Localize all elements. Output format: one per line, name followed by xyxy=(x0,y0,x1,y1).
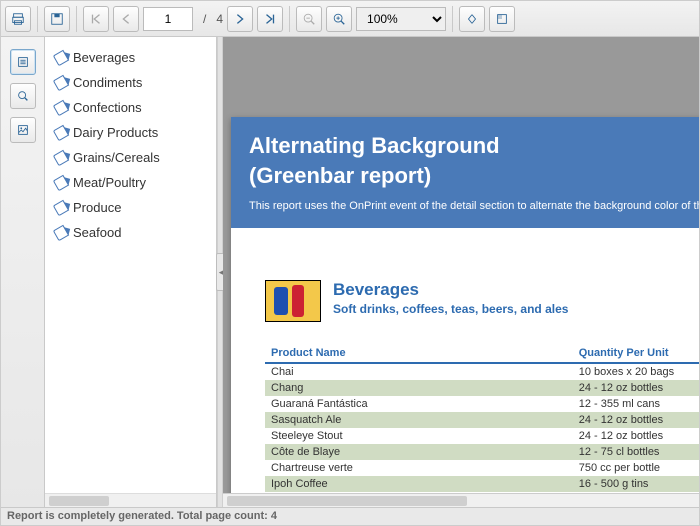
table-row: Chartreuse verte750 cc per bottle xyxy=(265,460,699,476)
toolbar: / 4 100% xyxy=(1,1,699,37)
col-product-name: Product Name xyxy=(265,344,573,363)
cell-qty: 12 - 355 ml cans xyxy=(573,396,699,412)
viewer-scrollbar[interactable] xyxy=(223,493,699,507)
toc-item-label: Confections xyxy=(73,100,142,115)
toc-item[interactable]: Produce xyxy=(49,195,212,220)
tag-icon xyxy=(53,149,69,165)
table-row: Ipoh Coffee16 - 500 g tins xyxy=(265,476,699,492)
col-qty: Quantity Per Unit xyxy=(573,344,699,363)
toc-item-label: Produce xyxy=(73,200,121,215)
toc-item[interactable]: Beverages xyxy=(49,45,212,70)
page-input[interactable] xyxy=(143,7,193,31)
toggle-multipage-button[interactable] xyxy=(459,6,485,32)
page-separator: / xyxy=(203,12,206,26)
toc-item[interactable]: Confections xyxy=(49,95,212,120)
toc-item[interactable]: Condiments xyxy=(49,70,212,95)
toc-tree: Beverages Condiments Confections Dairy Prod… xyxy=(45,37,217,507)
category-desc: Soft drinks, coffees, teas, beers, and a… xyxy=(333,302,568,316)
status-bar: Report is completely generated. Total pa… xyxy=(1,507,699,525)
toc-item-label: Meat/Poultry xyxy=(73,175,146,190)
table-row: Chang24 - 12 oz bottles xyxy=(265,380,699,396)
toc-item[interactable]: Meat/Poultry xyxy=(49,170,212,195)
toc-item[interactable]: Seafood xyxy=(49,220,212,245)
cell-qty: 24 - 12 oz bottles xyxy=(573,380,699,396)
zoom-in-button[interactable] xyxy=(326,6,352,32)
cell-name: Guaraná Fantástica xyxy=(265,396,573,412)
main-area: Beverages Condiments Confections Dairy Prod… xyxy=(1,37,699,507)
cell-qty: 16 - 500 g tins xyxy=(573,476,699,492)
tree-scrollbar[interactable] xyxy=(45,493,216,507)
tag-icon xyxy=(53,49,69,65)
toc-item-label: Grains/Cereals xyxy=(73,150,160,165)
save-button[interactable] xyxy=(44,6,70,32)
tag-icon xyxy=(53,199,69,215)
total-pages: 4 xyxy=(216,12,223,26)
tag-icon xyxy=(53,224,69,240)
tag-icon xyxy=(53,74,69,90)
cell-name: Sasquatch Ale xyxy=(265,412,573,428)
toc-item-label: Dairy Products xyxy=(73,125,158,140)
side-tabs xyxy=(1,37,45,507)
prev-page-button[interactable] xyxy=(113,6,139,32)
cell-name: Steeleye Stout xyxy=(265,428,573,444)
cell-name: Chai xyxy=(265,363,573,380)
report-page: Alternating Background(Greenbar report) … xyxy=(231,117,699,507)
print-button[interactable] xyxy=(5,6,31,32)
tag-icon xyxy=(53,124,69,140)
tab-search[interactable] xyxy=(10,83,36,109)
toc-item[interactable]: Dairy Products xyxy=(49,120,212,145)
tag-icon xyxy=(53,174,69,190)
report-banner: Alternating Background(Greenbar report) … xyxy=(231,117,699,228)
zoom-out-button[interactable] xyxy=(296,6,322,32)
table-row: Guaraná Fantástica12 - 355 ml cans xyxy=(265,396,699,412)
category-image xyxy=(265,280,321,322)
cell-qty: 24 - 12 oz bottles xyxy=(573,412,699,428)
toc-item-label: Beverages xyxy=(73,50,135,65)
cell-qty: 12 - 75 cl bottles xyxy=(573,444,699,460)
table-row: Côte de Blaye12 - 75 cl bottles xyxy=(265,444,699,460)
toc-item-label: Condiments xyxy=(73,75,142,90)
cell-name: Côte de Blaye xyxy=(265,444,573,460)
table-row: Steeleye Stout24 - 12 oz bottles xyxy=(265,428,699,444)
cell-name: Ipoh Coffee xyxy=(265,476,573,492)
cell-name: Chang xyxy=(265,380,573,396)
cell-name: Chartreuse verte xyxy=(265,460,573,476)
tag-icon xyxy=(53,99,69,115)
report-subtitle: This report uses the OnPrint event of th… xyxy=(249,200,699,212)
category-name: Beverages xyxy=(333,280,568,300)
cell-qty: 24 - 12 oz bottles xyxy=(573,428,699,444)
first-page-button[interactable] xyxy=(83,6,109,32)
table-row: Sasquatch Ale24 - 12 oz bottles xyxy=(265,412,699,428)
tab-toc[interactable] xyxy=(10,49,36,75)
toc-item[interactable]: Grains/Cereals xyxy=(49,145,212,170)
cell-qty: 750 cc per bottle xyxy=(573,460,699,476)
toc-item-label: Seafood xyxy=(73,225,121,240)
product-table: Product Name Quantity Per Unit Chai10 bo… xyxy=(265,344,699,492)
report-viewer[interactable]: Alternating Background(Greenbar report) … xyxy=(223,37,699,507)
tab-thumbnails[interactable] xyxy=(10,117,36,143)
last-page-button[interactable] xyxy=(257,6,283,32)
table-row: Chai10 boxes x 20 bags xyxy=(265,363,699,380)
zoom-select[interactable]: 100% xyxy=(356,7,446,31)
report-title: Alternating Background(Greenbar report) xyxy=(249,131,699,190)
next-page-button[interactable] xyxy=(227,6,253,32)
fullscreen-button[interactable] xyxy=(489,6,515,32)
cell-qty: 10 boxes x 20 bags xyxy=(573,363,699,380)
